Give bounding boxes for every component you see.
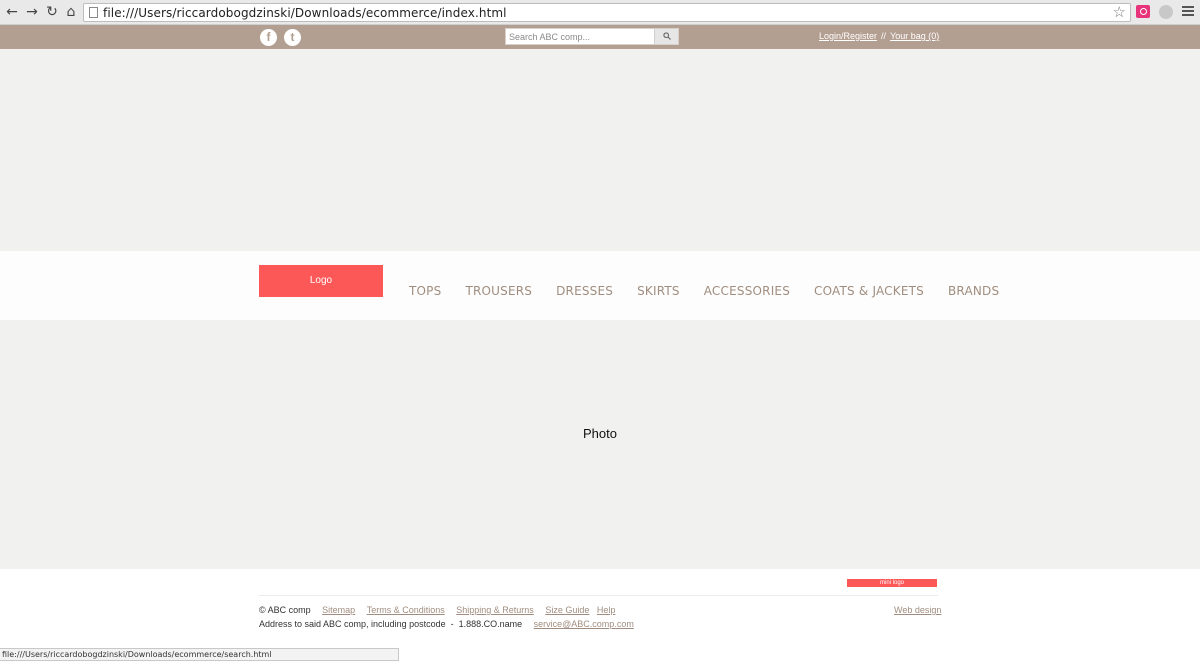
search-input[interactable]: [506, 29, 655, 44]
browser-toolbar: ← → ↻ ⌂ file:///Users/riccardobogdzinski…: [0, 0, 1200, 25]
twitter-icon[interactable]: t: [284, 29, 301, 46]
forward-arrow-icon[interactable]: →: [25, 5, 39, 19]
main-nav: TOPS TROUSERS DRESSES SKIRTS ACCESSORIES…: [409, 284, 1023, 298]
copyright-text: © ABC comp: [259, 605, 311, 615]
extension-icon[interactable]: [1159, 5, 1173, 19]
account-separator: //: [881, 31, 887, 41]
menu-icon[interactable]: [1182, 6, 1194, 18]
main-navigation-band: Logo TOPS TROUSERS DRESSES SKIRTS ACCESS…: [0, 251, 1200, 320]
hero-banner: [0, 49, 1200, 251]
shipping-returns-link[interactable]: Shipping & Returns: [456, 605, 534, 615]
reload-icon[interactable]: ↻: [45, 5, 59, 19]
camera-extension-icon[interactable]: [1136, 5, 1150, 18]
photo-area: Photo: [0, 320, 1200, 569]
nav-item-accessories[interactable]: ACCESSORIES: [704, 284, 790, 298]
address-bar[interactable]: file:///Users/riccardobogdzinski/Downloa…: [83, 3, 1131, 22]
search-icon: [663, 32, 671, 40]
top-bar: f t Login/Register //Your bag (0): [0, 25, 1200, 49]
bag-link[interactable]: Your bag (0): [890, 31, 939, 41]
terms-link[interactable]: Terms & Conditions: [367, 605, 445, 615]
url-text[interactable]: file:///Users/riccardobogdzinski/Downloa…: [103, 6, 507, 20]
nav-item-tops[interactable]: TOPS: [409, 284, 441, 298]
bookmark-star-icon[interactable]: ☆: [1113, 4, 1126, 21]
address-text: Address to said ABC comp, including post…: [259, 619, 523, 629]
footer-address-row: Address to said ABC comp, including post…: [259, 619, 634, 629]
search-button[interactable]: [654, 29, 678, 44]
size-guide-link[interactable]: Size Guide: [545, 605, 589, 615]
page-icon: [89, 7, 98, 18]
back-arrow-icon[interactable]: ←: [5, 5, 19, 19]
facebook-icon[interactable]: f: [260, 29, 277, 46]
account-links: Login/Register //Your bag (0): [819, 31, 939, 41]
search-box: [505, 28, 679, 45]
logo[interactable]: Logo: [259, 265, 383, 297]
web-design-link[interactable]: Web design: [894, 605, 941, 615]
footer-divider: [259, 595, 938, 596]
nav-item-trousers[interactable]: TROUSERS: [465, 284, 532, 298]
nav-item-dresses[interactable]: DRESSES: [556, 284, 613, 298]
mini-logo[interactable]: mini logo: [847, 579, 937, 587]
help-link[interactable]: Help: [597, 605, 616, 615]
nav-item-coats-jackets[interactable]: COATS & JACKETS: [814, 284, 924, 298]
nav-item-brands[interactable]: BRANDS: [948, 284, 999, 298]
home-icon[interactable]: ⌂: [64, 5, 78, 19]
status-bar: file:///Users/riccardobogdzinski/Downloa…: [0, 648, 399, 661]
sitemap-link[interactable]: Sitemap: [322, 605, 355, 615]
footer-links-row: © ABC comp Sitemap Terms & Conditions Sh…: [259, 605, 615, 615]
email-link[interactable]: service@ABC.comp.com: [534, 619, 634, 629]
photo-label: Photo: [583, 426, 617, 441]
login-register-link[interactable]: Login/Register: [819, 31, 877, 41]
nav-item-skirts[interactable]: SKIRTS: [637, 284, 680, 298]
